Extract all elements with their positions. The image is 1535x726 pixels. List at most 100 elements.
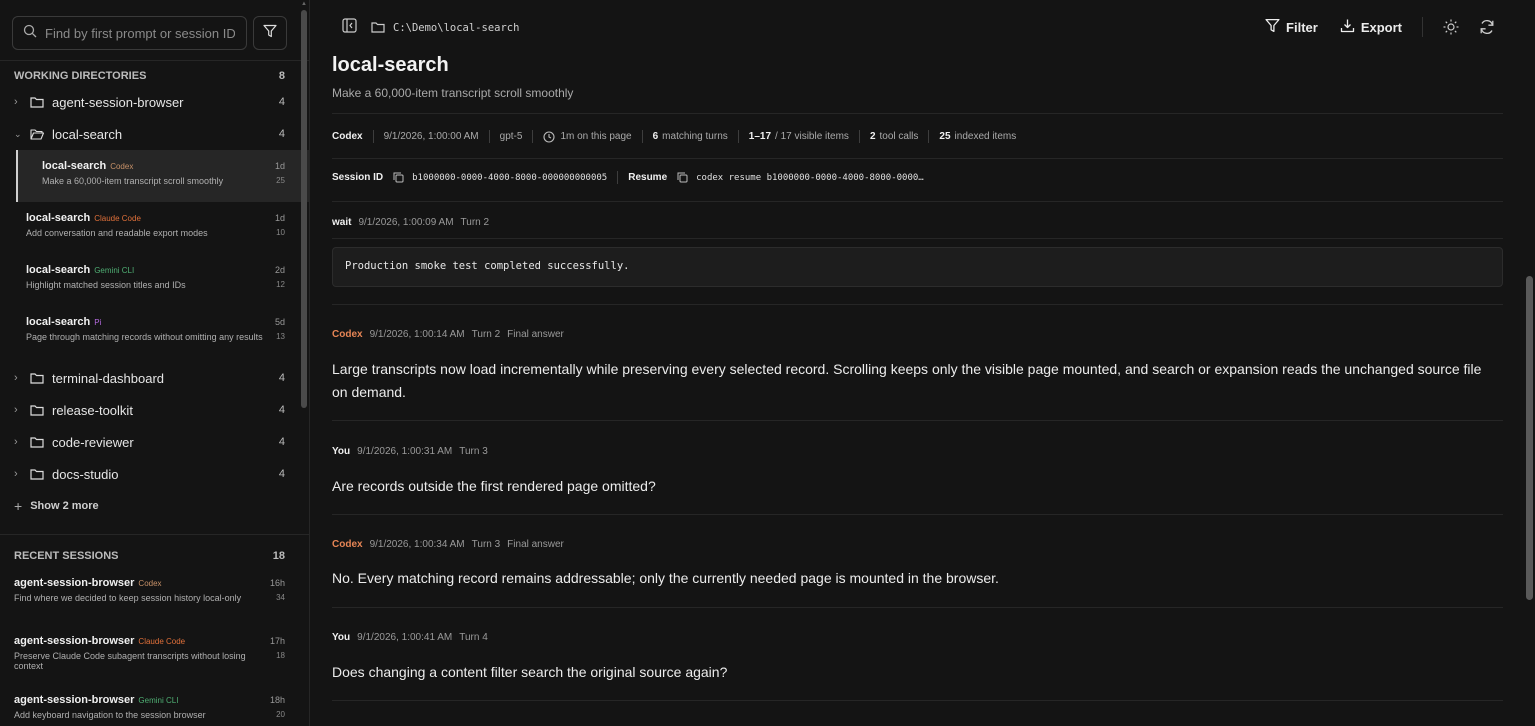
session-count: 18 bbox=[276, 651, 285, 660]
message-time: 9/1/2026, 1:00:41 AM bbox=[357, 632, 453, 643]
session-title: agent-session-browser bbox=[14, 635, 135, 647]
dir-agent-session-browser[interactable]: › agent-session-browser 4 bbox=[0, 86, 309, 118]
session-age: 18h bbox=[269, 695, 285, 705]
search-box[interactable] bbox=[12, 16, 247, 50]
filter-icon bbox=[263, 24, 277, 43]
meta-agent: Codex bbox=[332, 131, 363, 142]
export-button[interactable]: Export bbox=[1340, 18, 1402, 36]
code-output-text: Production smoke test completed successf… bbox=[345, 260, 630, 272]
divider bbox=[332, 420, 1503, 421]
sidebar-filter-button[interactable] bbox=[253, 16, 287, 50]
session-count: 10 bbox=[276, 228, 285, 237]
session-item[interactable]: local-search Gemini CLI Highlight matched… bbox=[0, 254, 309, 306]
session-desc: Find where we decided to keep session hi… bbox=[14, 593, 242, 603]
meta-tool-count: 2 bbox=[869, 131, 876, 142]
copy-icon[interactable] bbox=[677, 172, 688, 183]
agent-tag: Pi bbox=[94, 318, 102, 327]
folder-open-icon bbox=[30, 128, 44, 140]
clock-icon bbox=[543, 130, 555, 143]
divider bbox=[332, 700, 1503, 701]
chevron-right-icon: › bbox=[14, 404, 18, 416]
session-count: 12 bbox=[276, 280, 285, 289]
dir-name: terminal-dashboard bbox=[52, 370, 165, 386]
message-time: 9/1/2026, 1:00:14 AM bbox=[369, 329, 465, 340]
sidebar-scroll-thumb[interactable] bbox=[301, 10, 307, 408]
session-item[interactable]: local-search Claude Code Add conversation… bbox=[0, 202, 309, 254]
message-turn: Turn 3 bbox=[459, 446, 488, 457]
session-title: local-search bbox=[26, 212, 91, 224]
meta-indexed-label: indexed items bbox=[954, 131, 1017, 142]
dir-count: 4 bbox=[278, 128, 285, 140]
session-count: 20 bbox=[276, 710, 285, 719]
agent-tag: Gemini CLI bbox=[138, 696, 179, 705]
message-header: You 9/1/2026, 1:00:31 AM Turn 3 bbox=[332, 446, 488, 457]
dir-name: code-reviewer bbox=[52, 434, 134, 450]
filter-button[interactable]: Filter bbox=[1265, 18, 1318, 36]
breadcrumb: C:\Demo\local-search bbox=[371, 21, 519, 36]
main-scroll-thumb[interactable] bbox=[1526, 276, 1533, 600]
meta-matching-label: matching turns bbox=[662, 131, 728, 142]
page-subtitle: Make a 60,000-item transcript scroll smo… bbox=[332, 86, 574, 100]
agent-tag: Claude Code bbox=[138, 637, 186, 646]
message-body: Large transcripts now load incrementally… bbox=[332, 361, 1482, 400]
code-output: Production smoke test completed successf… bbox=[332, 247, 1503, 287]
session-title: local-search bbox=[42, 160, 107, 172]
session-id-row: Session ID b1000000-0000-4000-8000-00000… bbox=[332, 171, 1503, 184]
recent-session-item[interactable]: agent-session-browser Codex Find where we… bbox=[0, 577, 309, 635]
sidebar: WORKING DIRECTORIES 8 › agent-session-br… bbox=[0, 0, 310, 726]
dir-release-toolkit[interactable]: › release-toolkit 4 bbox=[0, 394, 309, 426]
message-time: 9/1/2026, 1:00:34 AM bbox=[369, 539, 465, 550]
copy-icon[interactable] bbox=[393, 172, 404, 183]
dir-count: 4 bbox=[278, 468, 285, 480]
resume-label: Resume bbox=[628, 172, 668, 183]
toggle-sidebar-icon[interactable] bbox=[342, 18, 357, 38]
session-item[interactable]: local-search Codex Make a 60,000-item tra… bbox=[16, 150, 309, 202]
message-header: Codex 9/1/2026, 1:00:34 AM Turn 3 Final … bbox=[332, 539, 564, 550]
divider bbox=[332, 201, 1503, 202]
message-header: You 9/1/2026, 1:00:41 AM Turn 4 bbox=[332, 632, 488, 643]
dir-count: 4 bbox=[278, 372, 285, 384]
session-title: agent-session-browser bbox=[14, 577, 135, 589]
agent-tag: Claude Code bbox=[94, 214, 141, 223]
session-title: local-search bbox=[26, 264, 91, 276]
theme-toggle-icon[interactable] bbox=[1441, 17, 1461, 37]
plus-icon: + bbox=[14, 498, 23, 514]
session-item[interactable]: local-search Pi Page through matching rec… bbox=[0, 306, 309, 358]
sidebar-scrollbar[interactable]: ▲ bbox=[300, 0, 307, 726]
meta-matching-count: 6 bbox=[652, 131, 659, 142]
search-input[interactable] bbox=[45, 25, 235, 41]
divider bbox=[332, 514, 1503, 515]
session-desc: Make a 60,000-item transcript scroll smo… bbox=[42, 176, 224, 186]
meta-date: 9/1/2026, 1:00:00 AM bbox=[383, 131, 479, 142]
chevron-right-icon: › bbox=[14, 436, 18, 448]
main-scrollbar[interactable] bbox=[1525, 0, 1535, 726]
session-age: 2d bbox=[274, 265, 285, 275]
dir-name: docs-studio bbox=[52, 466, 119, 482]
message-kind: Final answer bbox=[507, 539, 564, 550]
message-author: You bbox=[332, 632, 351, 643]
message-header: wait 9/1/2026, 1:00:09 AM Turn 2 bbox=[332, 217, 489, 228]
dir-docs-studio[interactable]: › docs-studio 4 bbox=[0, 458, 309, 490]
scroll-up-icon[interactable]: ▲ bbox=[301, 0, 307, 8]
recent-session-item[interactable]: agent-session-browser Gemini CLI Add keyb… bbox=[0, 694, 309, 720]
resume-command: codex resume b1000000-0000-4000-8000-000… bbox=[696, 172, 924, 183]
search-icon bbox=[23, 24, 37, 43]
chevron-right-icon: › bbox=[14, 96, 18, 108]
dir-terminal-dashboard[interactable]: › terminal-dashboard 4 bbox=[0, 362, 309, 394]
recent-session-item[interactable]: agent-session-browser Claude Code Preserv… bbox=[0, 635, 309, 694]
meta-range: 1–17 bbox=[748, 131, 772, 142]
download-icon bbox=[1340, 18, 1355, 36]
session-count: 34 bbox=[276, 593, 285, 602]
show-more-button[interactable]: + Show 2 more bbox=[0, 490, 309, 522]
message-header: Codex 9/1/2026, 1:00:14 AM Turn 2 Final … bbox=[332, 329, 564, 340]
dir-code-reviewer[interactable]: › code-reviewer 4 bbox=[0, 426, 309, 458]
message-author: Codex bbox=[332, 539, 363, 550]
message-turn: Turn 4 bbox=[459, 632, 488, 643]
toolbar-separator bbox=[1422, 17, 1423, 37]
session-age: 1d bbox=[274, 161, 285, 171]
dir-local-search[interactable]: ⌄ local-search 4 bbox=[0, 118, 309, 150]
refresh-icon[interactable] bbox=[1477, 17, 1497, 37]
divider bbox=[332, 304, 1503, 305]
session-age: 5d bbox=[274, 317, 285, 327]
divider bbox=[332, 238, 1503, 239]
